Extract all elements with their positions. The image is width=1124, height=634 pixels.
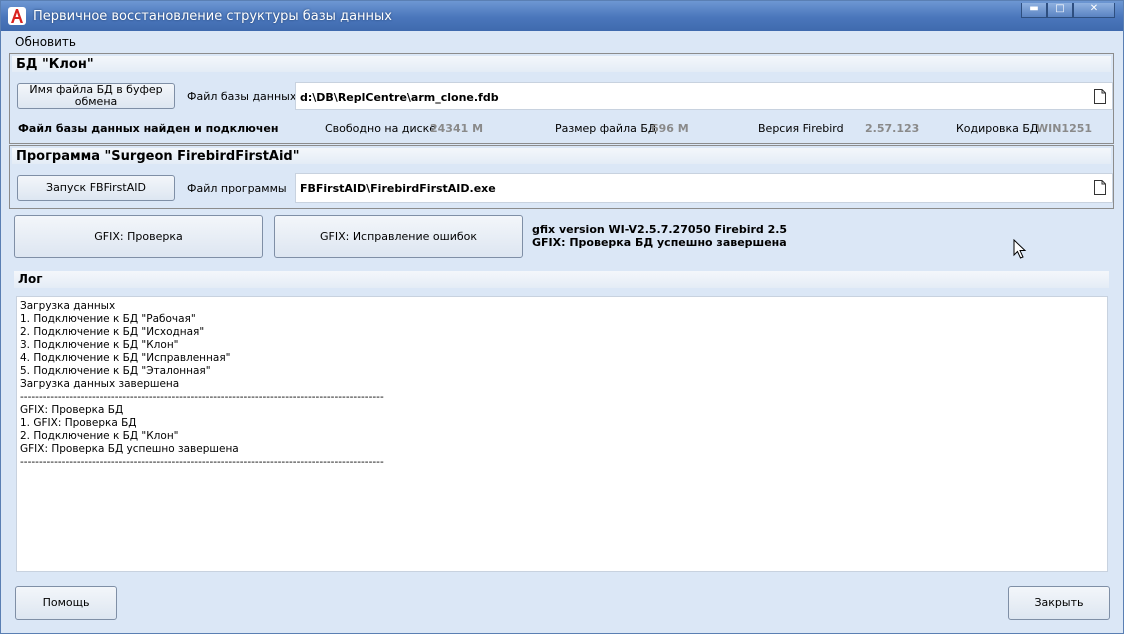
log-line: 1. Подключение к БД "Рабочая" (20, 313, 196, 325)
program-file-field[interactable]: FBFirstAID\FirebirdFirstAID.exe (295, 173, 1113, 203)
log-line: 2. Подключение к БД "Исходная" (20, 326, 205, 338)
gfix-check-button[interactable]: GFIX: Проверка (14, 215, 263, 258)
file-size-value: 696 М (651, 122, 689, 135)
gfix-result-text: GFIX: Проверка БД успешно завершена (532, 236, 787, 249)
menu-refresh[interactable]: Обновить (15, 35, 76, 49)
firebird-version-value: 2.57.123 (865, 122, 920, 135)
log-line: ----------------------------------------… (20, 456, 384, 468)
log-textarea[interactable]: Загрузка данных 1. Подключение к БД "Рабо… (16, 296, 1108, 572)
program-group-title: Программа "Surgeon FirebirdFirstAid" (16, 149, 300, 164)
log-line: GFIX: Проверка БД (20, 404, 124, 416)
log-line: 3. Подключение к БД "Клон" (20, 339, 179, 351)
log-line: GFIX: Проверка БД успешно завершена (20, 443, 239, 455)
program-file-value: FBFirstAID\FirebirdFirstAID.exe (300, 182, 496, 195)
file-browse-icon[interactable] (1094, 89, 1106, 104)
gfix-fix-errors-button[interactable]: GFIX: Исправление ошибок (274, 215, 523, 258)
log-line: Загрузка данных завершена (20, 378, 180, 390)
menu-bar: Обновить (1, 31, 1123, 51)
file-size-label: Размер файла БД (555, 122, 657, 135)
log-line: 4. Подключение к БД "Исправленная" (20, 352, 231, 364)
maximize-button[interactable]: □ (1047, 3, 1073, 18)
encoding-label: Кодировка БД (956, 122, 1039, 135)
program-browse-icon[interactable] (1094, 180, 1106, 195)
window-title: Первичное восстановление структуры базы … (33, 9, 392, 24)
mouse-cursor-icon (1013, 239, 1027, 259)
log-line: ----------------------------------------… (20, 391, 384, 403)
program-group: Программа "Surgeon FirebirdFirstAid" Зап… (9, 145, 1114, 209)
log-line: 2. Подключение к БД "Клон" (20, 430, 179, 442)
minimize-button[interactable]: ▬ (1021, 3, 1047, 18)
free-space-label: Свободно на диске (325, 122, 437, 135)
db-group: БД "Клон" Имя файла БД в буфер обмена Фа… (9, 53, 1114, 144)
title-bar[interactable]: Первичное восстановление структуры базы … (1, 1, 1123, 31)
main-window: Первичное восстановление структуры базы … (0, 0, 1124, 634)
firebird-version-label: Версия Firebird (758, 122, 844, 135)
gfix-version-text: gfix version WI-V2.5.7.27050 Firebird 2.… (532, 223, 788, 236)
db-file-field[interactable]: d:\DB\ReplCentre\arm_clone.fdb (295, 82, 1113, 110)
free-space-value: 24341 М (430, 122, 484, 135)
program-group-header: Программа "Surgeon FirebirdFirstAid" (12, 148, 1111, 164)
log-line: 5. Подключение к БД "Эталонная" (20, 365, 211, 377)
db-group-title: БД "Клон" (16, 57, 94, 72)
db-status-text: Файл базы данных найден и подключен (18, 122, 279, 135)
program-file-label: Файл программы (187, 182, 287, 195)
encoding-value: WIN1251 (1036, 122, 1093, 135)
log-header: Лог (14, 271, 1109, 288)
run-firstaid-button[interactable]: Запуск FBFirstAID (17, 175, 175, 201)
close-window-button[interactable]: ✕ (1073, 3, 1115, 18)
db-group-header: БД "Клон" (12, 56, 1111, 72)
app-logo-icon (8, 7, 26, 25)
copy-filename-button[interactable]: Имя файла БД в буфер обмена (17, 83, 175, 109)
log-line: Загрузка данных (20, 300, 116, 312)
help-button[interactable]: Помощь (15, 586, 117, 620)
db-file-label: Файл базы данных (187, 90, 297, 103)
log-title: Лог (18, 272, 43, 286)
log-line: 1. GFIX: Проверка БД (20, 417, 137, 429)
close-button[interactable]: Закрыть (1008, 586, 1110, 620)
db-file-value: d:\DB\ReplCentre\arm_clone.fdb (300, 91, 499, 104)
